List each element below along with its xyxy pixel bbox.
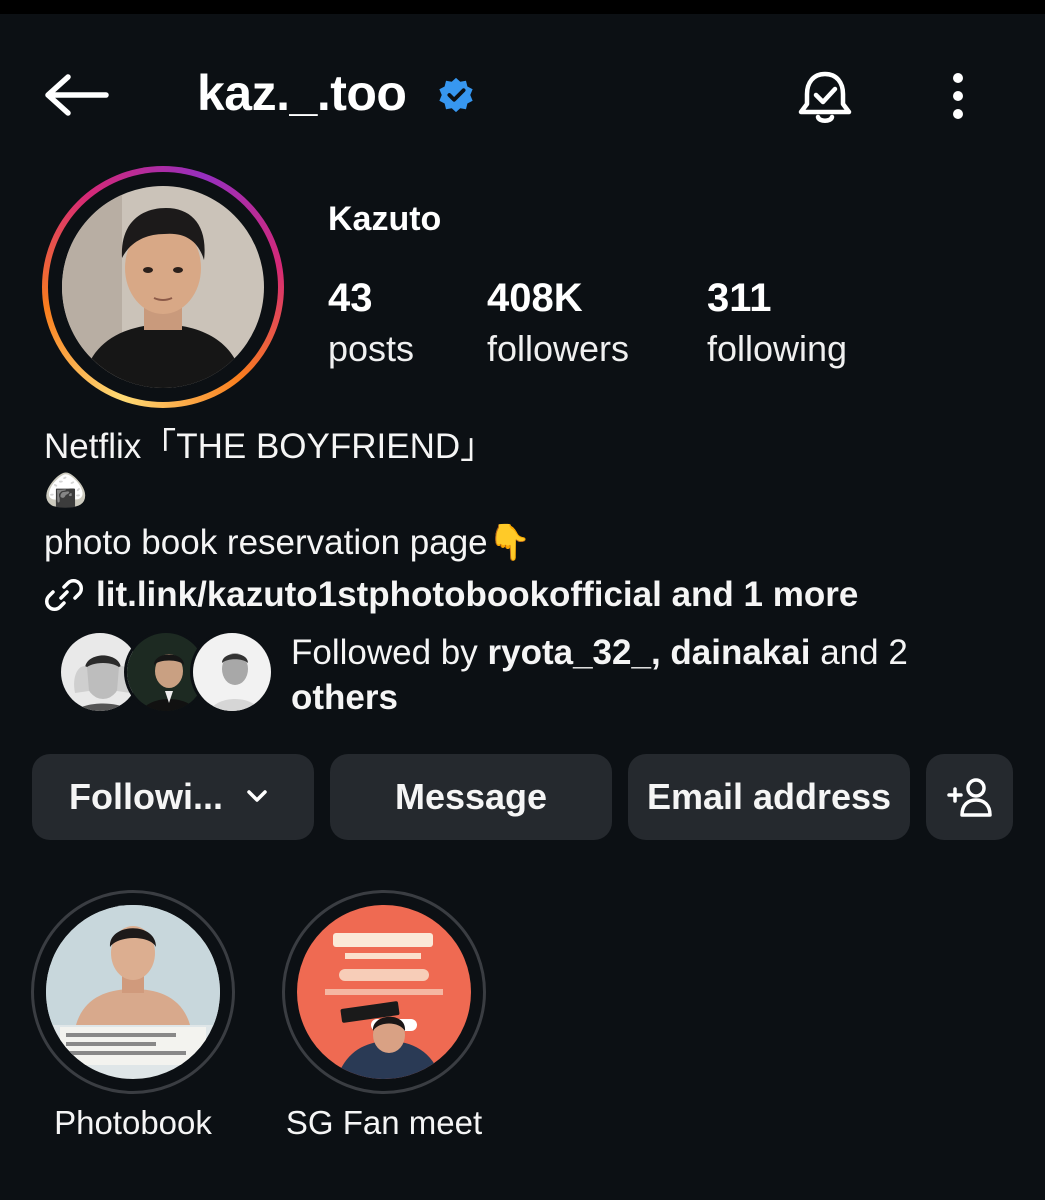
- posts-count-value: 43: [328, 276, 373, 320]
- story-highlight-label: SG Fan meet: [285, 1104, 483, 1141]
- following-button-label: Followi...: [69, 776, 223, 817]
- display-name: Kazuto: [328, 200, 442, 238]
- mutual-follower-name: dainakai: [670, 633, 811, 672]
- notifications-button[interactable]: [794, 68, 856, 126]
- following-button[interactable]: Followi...: [32, 754, 314, 840]
- followers-count-label: followers: [487, 328, 630, 369]
- more-options-button[interactable]: [938, 68, 978, 126]
- mutual-avatar: [190, 630, 274, 714]
- back-button[interactable]: [40, 70, 112, 120]
- profile-avatar: [62, 186, 264, 388]
- followed-by-separator: ,: [650, 633, 671, 672]
- bio-line-1: Netflix「THE BOYFRIEND」: [44, 427, 496, 466]
- story-highlight-label: Photobook: [54, 1104, 212, 1141]
- followers-count[interactable]: 408K followers: [487, 275, 629, 377]
- posts-count[interactable]: 43 posts: [328, 275, 414, 377]
- add-person-icon: [946, 778, 992, 817]
- email-address-button[interactable]: Email address: [628, 754, 910, 840]
- mutual-followers-avatars[interactable]: [58, 630, 274, 716]
- bio-link-text: lit.link/kazuto1stphotobookofficial and …: [96, 575, 859, 614]
- message-button[interactable]: Message: [330, 754, 612, 840]
- verified-badge-icon: [437, 76, 475, 114]
- bio-line-3: photo book reservation page👇: [44, 523, 532, 562]
- followed-by-others: others: [291, 678, 398, 717]
- following-count-label: following: [707, 328, 848, 369]
- profile-header: kaz._.too: [0, 50, 1045, 140]
- notification-bell-icon: [798, 71, 852, 123]
- following-count-value: 311: [707, 276, 772, 320]
- bio-link[interactable]: lit.link/kazuto1stphotobookofficial and …: [44, 572, 858, 618]
- followed-by-prefix: Followed by: [291, 633, 488, 672]
- followed-by-text[interactable]: Followed by ryota_32_, dainakai and 2 ot…: [291, 630, 991, 720]
- status-bar-strip: [0, 0, 1045, 14]
- followers-count-value: 408K: [487, 276, 583, 320]
- mutual-follower-name: ryota_32_: [487, 633, 651, 672]
- profile-avatar-story-ring[interactable]: [42, 166, 284, 408]
- header-username: kaz._.too: [197, 65, 407, 121]
- bio-line-2: 🍙: [44, 471, 88, 510]
- more-options-icon: [953, 73, 963, 119]
- back-arrow-icon: [45, 74, 109, 116]
- link-icon: [45, 579, 83, 611]
- followed-by-middle: and 2: [810, 633, 908, 672]
- posts-count-label: posts: [328, 328, 415, 369]
- following-count[interactable]: 311 following: [707, 275, 847, 377]
- story-highlight-cover: [297, 905, 471, 1079]
- email-button-label: Email address: [646, 776, 892, 817]
- message-button-label: Message: [394, 776, 548, 817]
- suggested-users-button[interactable]: [926, 754, 1013, 840]
- story-highlight-cover: [46, 905, 220, 1079]
- chevron-down-icon: [247, 790, 267, 802]
